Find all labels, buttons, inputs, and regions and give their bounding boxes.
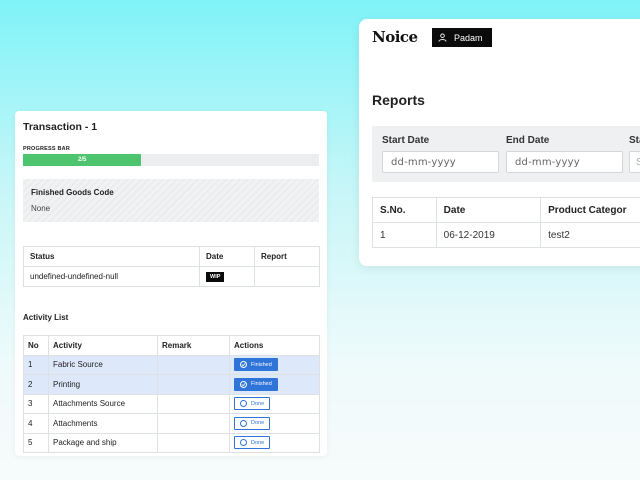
- column-header-activity: Activity: [48, 335, 158, 356]
- column-header-remark: Remark: [157, 335, 230, 356]
- cell-remark: [157, 374, 230, 395]
- finished-goods-panel: Finished Goods Code None: [23, 179, 319, 222]
- cell-actions: Finished: [229, 354, 320, 375]
- status-badge: WIP: [206, 272, 225, 282]
- cell-remark: [157, 354, 230, 375]
- cell-activity: Package and ship: [48, 432, 158, 453]
- brand-logo[interactable]: Noice: [372, 28, 418, 46]
- status-filter-input[interactable]: S: [629, 151, 640, 173]
- cell-report[interactable]: [254, 266, 320, 287]
- cell-category: test2: [540, 222, 640, 248]
- table-header-row: Status Date Report: [23, 246, 320, 267]
- cell-remark: [157, 413, 230, 434]
- progress-fill: 2/5: [23, 154, 142, 166]
- start-date-label: Start Date: [382, 135, 430, 146]
- cell-date: 06-12-2019: [435, 222, 542, 248]
- cell-no: 2: [23, 374, 49, 395]
- finished-label: Finished: [251, 361, 272, 368]
- cell-date: WIP: [199, 266, 255, 287]
- column-header-actions: Actions: [229, 335, 320, 356]
- cell-no: 1: [23, 354, 49, 375]
- cell-no: 3: [23, 393, 49, 414]
- table-row: 2 Printing Finished: [23, 374, 320, 395]
- finished-goods-label: Finished Goods Code: [31, 188, 114, 197]
- column-header-sno: S.No.: [372, 197, 437, 223]
- finished-goods-value: None: [31, 204, 51, 213]
- finished-button[interactable]: Finished: [234, 358, 278, 372]
- progress-label: PROGRESS BAR: [23, 146, 71, 152]
- column-header-date: Date: [199, 246, 255, 267]
- table-row[interactable]: 1 06-12-2019 test2: [372, 222, 640, 248]
- status-table: Status Date Report undefined-undefined-n…: [23, 246, 320, 287]
- finished-button[interactable]: Finished: [234, 377, 278, 391]
- table-row: 1 Fabric Source Finished: [23, 354, 320, 375]
- check-circle-icon: [240, 380, 247, 388]
- page-title: Reports: [372, 92, 425, 108]
- cell-activity: Attachments Source: [48, 393, 158, 414]
- start-date-input[interactable]: dd-mm-yyyy: [382, 151, 499, 173]
- cell-no: 4: [23, 413, 49, 434]
- user-menu-button[interactable]: Padam: [432, 28, 492, 47]
- done-label: Done: [251, 439, 265, 446]
- done-label: Done: [251, 420, 265, 427]
- cell-remark: [157, 432, 230, 453]
- cell-actions: Done: [229, 432, 320, 453]
- finished-label: Finished: [251, 381, 272, 388]
- table-row: 5 Package and ship Done: [23, 432, 320, 453]
- column-header-no: No: [23, 335, 49, 356]
- cell-activity: Attachments: [48, 413, 158, 434]
- circle-icon: [240, 400, 247, 408]
- table-row: 4 Attachments Done: [23, 413, 320, 434]
- cell-remark: [157, 393, 230, 414]
- done-label: Done: [251, 400, 265, 407]
- reports-window: Noice Padam Reports Start Date dd-mm-yyy…: [359, 19, 640, 266]
- cell-no: 5: [23, 432, 49, 453]
- circle-icon: [240, 419, 247, 427]
- table-row: undefined-undefined-null WIP: [23, 266, 320, 287]
- progress-bar: 2/5: [23, 154, 319, 166]
- status-filter-label: Sta: [629, 135, 640, 146]
- table-row: 3 Attachments Source Done: [23, 393, 320, 414]
- transaction-title: Transaction - 1: [23, 121, 98, 133]
- reports-table: S.No. Date Product Categor 1 06-12-2019 …: [372, 197, 640, 248]
- done-button[interactable]: Done: [234, 416, 271, 430]
- table-header-row: S.No. Date Product Categor: [372, 197, 640, 223]
- user-icon: [438, 33, 447, 42]
- cell-actions: Finished: [229, 374, 320, 395]
- column-header-status: Status: [23, 246, 200, 267]
- column-header-category: Product Categor: [540, 197, 640, 223]
- cell-activity: Fabric Source: [48, 354, 158, 375]
- cell-activity: Printing: [48, 374, 158, 395]
- cell-actions: Done: [229, 413, 320, 434]
- user-name: Padam: [454, 32, 483, 43]
- cell-status: undefined-undefined-null: [23, 266, 200, 287]
- column-header-report: Report: [254, 246, 320, 267]
- end-date-input[interactable]: dd-mm-yyyy: [506, 151, 623, 173]
- table-header-row: No Activity Remark Actions: [23, 335, 320, 356]
- check-circle-icon: [240, 361, 247, 369]
- activity-table: No Activity Remark Actions 1 Fabric Sour…: [23, 335, 320, 453]
- activity-list-heading: Activity List: [23, 313, 69, 322]
- cell-sno: 1: [372, 222, 437, 248]
- report-filters: Start Date dd-mm-yyyy End Date dd-mm-yyy…: [372, 126, 640, 182]
- cell-actions: Done: [229, 393, 320, 414]
- transaction-window: Transaction - 1 PROGRESS BAR 2/5 Finishe…: [15, 111, 327, 456]
- column-header-date: Date: [435, 197, 542, 223]
- circle-icon: [240, 439, 247, 447]
- done-button[interactable]: Done: [234, 436, 271, 450]
- done-button[interactable]: Done: [234, 397, 271, 411]
- end-date-label: End Date: [506, 135, 550, 146]
